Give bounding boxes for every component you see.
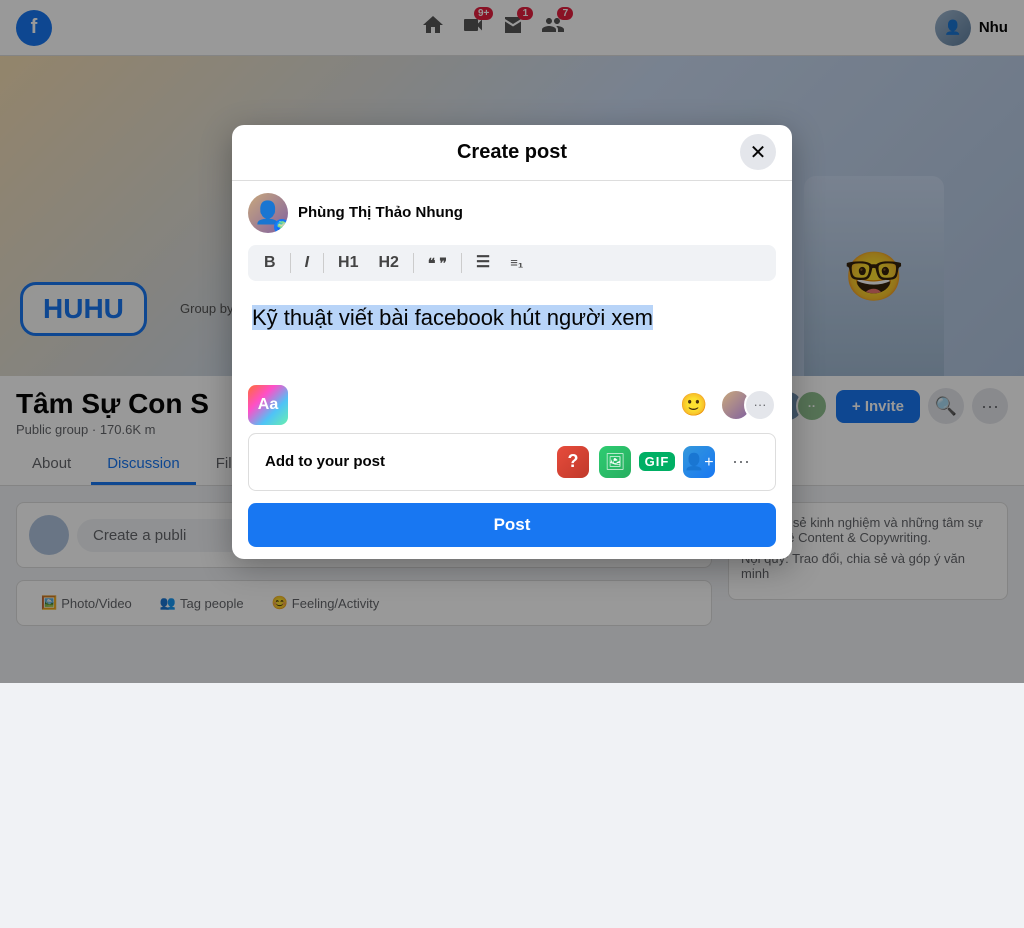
gif-btn[interactable]: GIF <box>639 444 675 480</box>
more-add-options-btn[interactable]: ··· <box>723 444 759 480</box>
font-icon: Aa <box>258 396 278 414</box>
more-dots-icon: ··· <box>732 451 750 472</box>
italic-button[interactable]: I <box>297 251 317 275</box>
modal-close-button[interactable]: ✕ <box>740 134 776 170</box>
add-to-post-label: Add to your post <box>265 453 385 470</box>
bold-button[interactable]: B <box>256 251 284 275</box>
h2-button[interactable]: H2 <box>370 251 406 275</box>
add-to-post-bar: Add to your post ? 🖼 GIF <box>248 433 776 491</box>
modal-title: Create post <box>457 141 567 164</box>
poster-avatar: 👤 🌍 <box>248 193 288 233</box>
post-bottom-controls: Aa 🙂 ··· <box>248 385 776 425</box>
separator-2 <box>323 253 324 273</box>
h1-button[interactable]: H1 <box>330 251 366 275</box>
emoji-icon: 🙂 <box>680 392 707 418</box>
ordered-list-button[interactable]: ≡₁ <box>502 252 531 273</box>
audience-more: ··· <box>744 389 776 421</box>
poster-name: Phùng Thị Thảo Nhung <box>298 204 463 221</box>
separator-4 <box>461 253 462 273</box>
photo-add-icon: 🖼 <box>599 446 631 478</box>
tag-people-add-btn[interactable]: 👤+ <box>681 444 717 480</box>
audience-avatars: ··· <box>720 389 776 421</box>
create-post-modal: Create post ✕ 👤 🌍 Phùng Thị Thảo Nhung B <box>232 125 792 559</box>
post-selected-text: Kỹ thuật viết bài facebook hút người xem <box>252 305 653 330</box>
poster-info: 👤 🌍 Phùng Thị Thảo Nhung <box>248 193 776 233</box>
font-style-button[interactable]: Aa <box>248 385 288 425</box>
separator-3 <box>413 253 414 273</box>
modal-overlay: Create post ✕ 👤 🌍 Phùng Thị Thảo Nhung B <box>0 0 1024 683</box>
question-icon: ? <box>557 446 589 478</box>
add-icons-group: ? 🖼 GIF 👤+ ··· <box>555 444 759 480</box>
formatting-toolbar: B I H1 H2 ❝ ❞ ☰ ≡₁ <box>248 245 776 281</box>
tag-people-icon: 👤+ <box>683 446 715 478</box>
modal-header: Create post ✕ <box>232 125 792 181</box>
separator-1 <box>290 253 291 273</box>
emoji-button[interactable]: 🙂 <box>676 387 712 423</box>
photo-add-btn[interactable]: 🖼 <box>597 444 633 480</box>
close-icon: ✕ <box>750 140 767 165</box>
quote-button[interactable]: ❝ ❞ <box>420 252 455 274</box>
post-submit-button[interactable]: Post <box>248 503 776 547</box>
privacy-icon: 🌍 <box>274 219 288 233</box>
list-button[interactable]: ☰ <box>468 251 498 275</box>
post-text-area[interactable]: Kỹ thuật viết bài facebook hút người xem <box>248 293 776 373</box>
poll-icon-btn[interactable]: ? <box>555 444 591 480</box>
modal-body: 👤 🌍 Phùng Thị Thảo Nhung B I H1 H2 ❝ ❞ ☰ <box>232 181 792 559</box>
gif-icon: GIF <box>639 452 676 471</box>
right-controls: 🙂 ··· <box>676 387 776 423</box>
